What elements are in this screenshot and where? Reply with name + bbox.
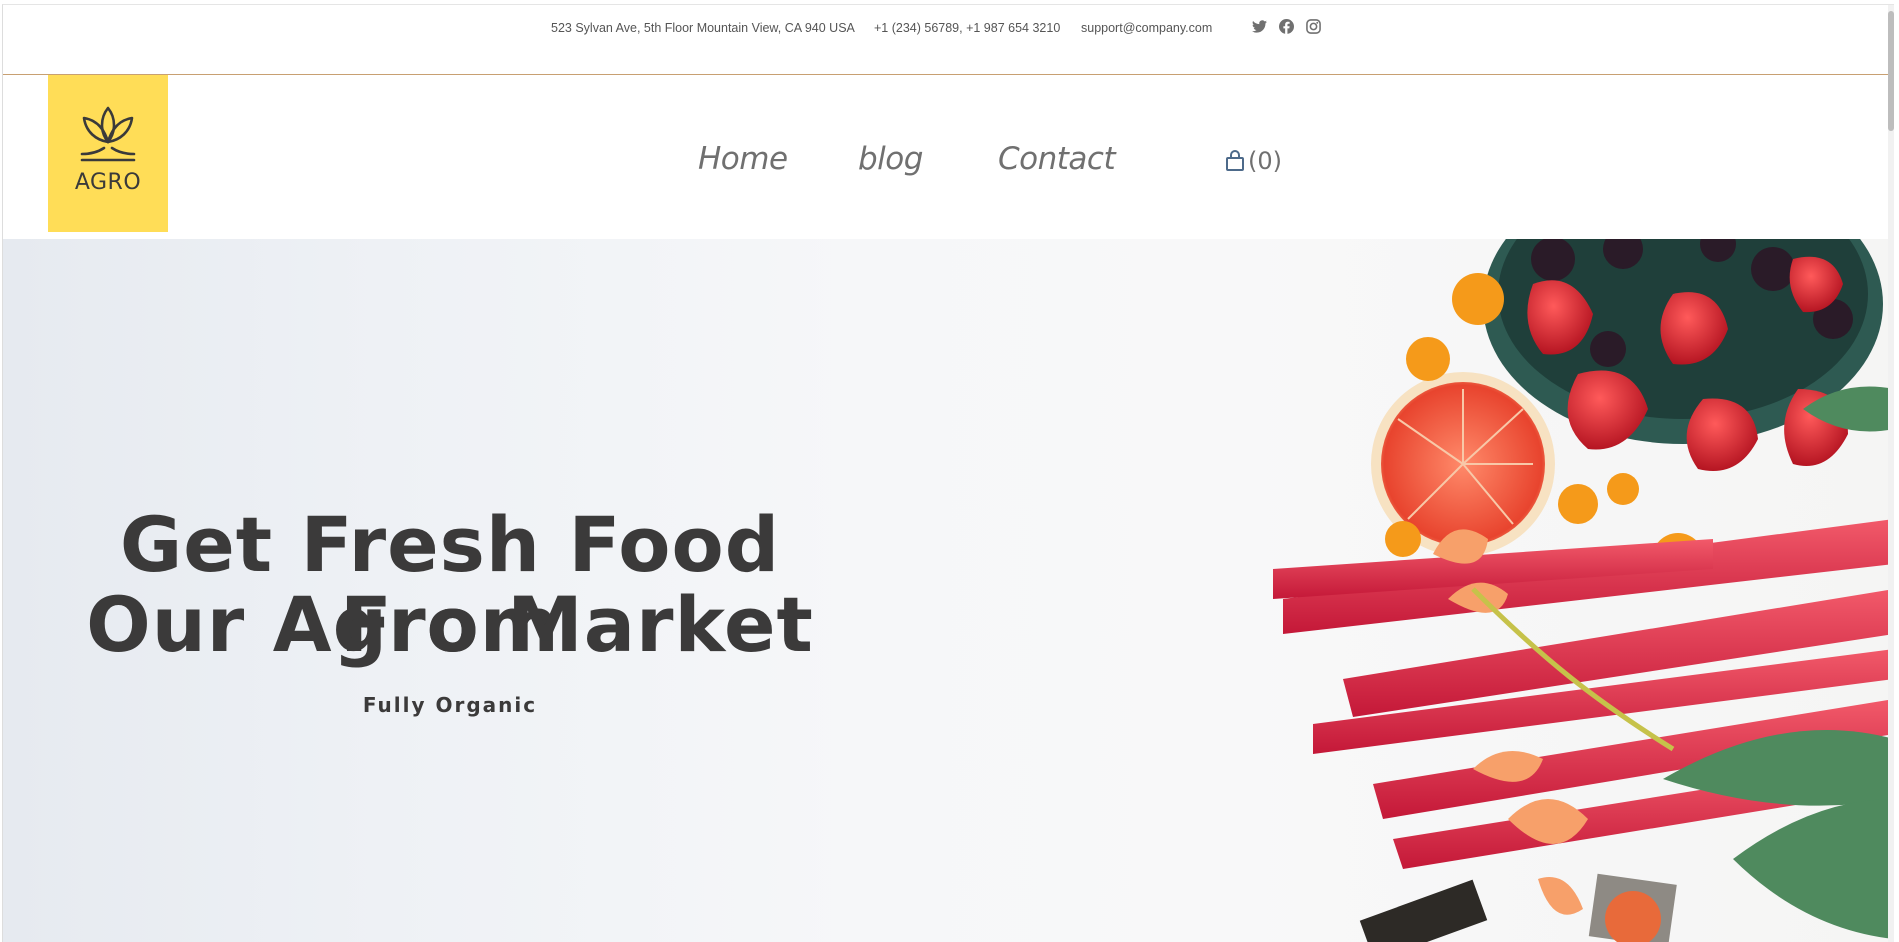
site-header: AGRO Home blog Contact (0) xyxy=(3,75,1894,240)
hero-title-line-2: Our Agro Market xyxy=(86,580,814,669)
hero-subtitle: Fully Organic xyxy=(362,693,538,717)
email-link[interactable]: support@company.com xyxy=(1081,21,1212,35)
nav-home[interactable]: Home xyxy=(698,141,788,177)
nav-blog[interactable]: blog xyxy=(858,141,923,177)
cart-count: (0) xyxy=(1248,147,1282,175)
page: 523 Sylvan Ave, 5th Floor Mountain View,… xyxy=(2,4,1894,942)
logo-text: AGRO xyxy=(74,170,142,195)
twitter-icon[interactable] xyxy=(1251,18,1268,35)
nav-contact[interactable]: Contact xyxy=(998,141,1116,177)
shopping-bag-icon xyxy=(1226,150,1244,171)
instagram-icon[interactable] xyxy=(1305,18,1322,35)
address-text: 523 Sylvan Ave, 5th Floor Mountain View,… xyxy=(551,21,855,35)
top-info-bar: 523 Sylvan Ave, 5th Floor Mountain View,… xyxy=(3,5,1894,75)
facebook-icon[interactable] xyxy=(1278,18,1295,35)
fresh-produce-image xyxy=(1273,239,1894,942)
page-scrollbar[interactable] xyxy=(1888,5,1894,942)
leaf-logo-icon xyxy=(80,106,136,162)
logo[interactable]: AGRO xyxy=(48,75,168,232)
hero-banner: Get Fresh Food From Our Agro Market Full… xyxy=(3,239,1894,942)
phone-text: +1 (234) 56789, +1 987 654 3210 xyxy=(874,21,1061,35)
scrollbar-thumb[interactable] xyxy=(1888,11,1894,131)
cart-button[interactable]: (0) xyxy=(1225,147,1282,175)
